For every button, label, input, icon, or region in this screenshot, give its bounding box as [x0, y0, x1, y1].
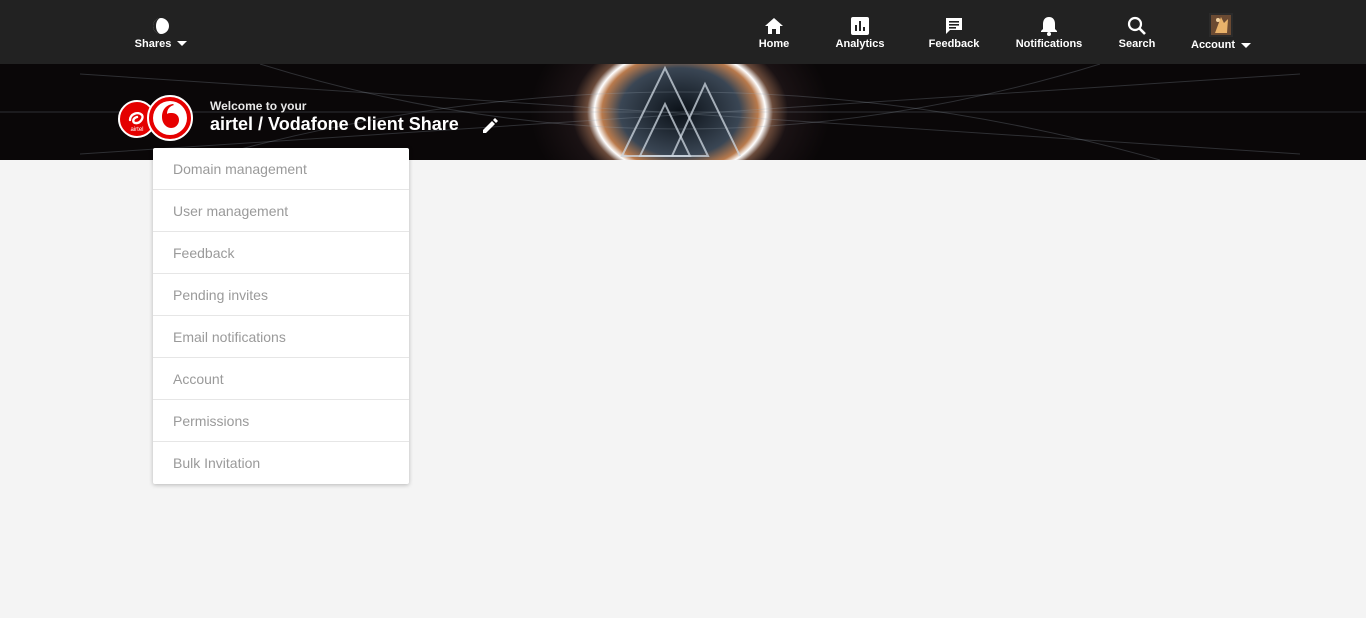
menu-item-domain-management[interactable]: Domain management [153, 148, 409, 190]
chevron-down-icon [1241, 42, 1251, 48]
menu-item-pending-invites[interactable]: Pending invites [153, 274, 409, 316]
menu-item-account[interactable]: Account [153, 358, 409, 400]
airtel-logo-text: airtel [130, 127, 143, 133]
nav-notifications[interactable]: Notifications [1012, 0, 1086, 64]
nav-feedback[interactable]: Feedback [924, 0, 984, 64]
analytics-label: Analytics [835, 37, 885, 50]
menu-item-feedback[interactable]: Feedback [153, 232, 409, 274]
nav-home[interactable]: Home [752, 0, 796, 64]
shares-logo-icon [150, 15, 172, 37]
search-icon [1126, 15, 1148, 37]
menu-item-bulk-invitation[interactable]: Bulk Invitation [153, 442, 409, 484]
search-label: Search [1118, 37, 1156, 50]
share-title: airtel / Vodafone Client Share [210, 114, 459, 134]
top-navbar: Shares Home Analytics Feedback Notificat… [0, 0, 1366, 64]
shares-label: Shares [134, 37, 172, 50]
nav-analytics[interactable]: Analytics [830, 0, 890, 64]
share-banner [0, 64, 1366, 160]
avatar [1209, 13, 1233, 37]
menu-item-permissions[interactable]: Permissions [153, 400, 409, 442]
vodafone-logo [147, 95, 193, 141]
feedback-icon [943, 15, 965, 37]
home-icon [763, 15, 785, 37]
chevron-down-icon [177, 41, 188, 46]
feedback-label: Feedback [928, 37, 980, 50]
analytics-icon [849, 15, 871, 37]
shares-menu[interactable]: Shares [130, 0, 192, 64]
menu-item-email-notifications[interactable]: Email notifications [153, 316, 409, 358]
banner-artwork [0, 64, 1366, 160]
pencil-icon[interactable] [480, 116, 500, 136]
welcome-text: Welcome to your [210, 99, 307, 113]
account-menu[interactable]: Account [1188, 0, 1254, 64]
notifications-label: Notifications [1015, 37, 1083, 50]
home-label: Home [758, 37, 790, 50]
account-label: Account [1191, 39, 1235, 51]
settings-dropdown-menu: Domain management User management Feedba… [153, 148, 409, 484]
menu-item-user-management[interactable]: User management [153, 190, 409, 232]
bell-icon [1038, 15, 1060, 37]
nav-search[interactable]: Search [1114, 0, 1160, 64]
